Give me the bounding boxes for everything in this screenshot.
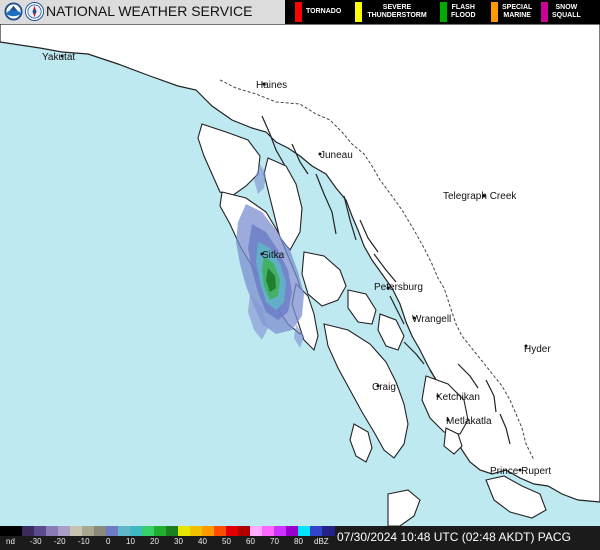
radar-map[interactable]: Yakutat Haines Juneau Telegraph Creek Si… [0,24,600,526]
scale-label: 80 [294,537,303,546]
legend-item-snow-squall: SNOW SQUALL [541,0,581,24]
timestamp: 07/30/2024 10:48 UTC (02:48 AKDT) PACG [337,530,571,544]
footer-bar: nd -30 -20 -10 0 10 20 30 40 50 60 70 80… [0,526,600,550]
city-label-prince-rupert: Prince Rupert [490,466,551,477]
legend-item-special-marine: SPECIAL MARINE [491,0,532,24]
scale-label: 20 [150,537,159,546]
city-label-petersburg: Petersburg [374,282,423,293]
city-label-haines: Haines [256,80,287,91]
legend-label-special-marine: SPECIAL MARINE [502,4,533,19]
scale-label: 40 [198,537,207,546]
header-bar: NATIONAL WEATHER SERVICE TORNADO SEVERE T… [0,0,600,24]
scale-label: 60 [246,537,255,546]
city-label-hyder: Hyder [524,344,551,355]
legend-item-tornado: TORNADO [295,0,341,24]
page-title: NATIONAL WEATHER SERVICE [46,3,253,19]
legend-label-tornado: TORNADO [306,8,342,15]
scale-label: -10 [78,537,90,546]
scale-label: 10 [126,537,135,546]
legend-label-flash-flood: FLASH FLOOD [451,4,476,19]
legend-swatch-flash-flood [440,2,447,22]
scale-label-unit: dBZ [314,537,329,546]
legend-swatch-special-marine [491,2,498,22]
city-label-craig: Craig [372,382,396,393]
scale-label: -20 [54,537,66,546]
legend-item-severe-thunderstorm: SEVERE THUNDERSTORM [355,0,428,24]
noaa-logo-icon [4,2,23,21]
legend-swatch-severe-thunderstorm [355,2,362,22]
city-label-yakutat: Yakutat [42,52,75,63]
legend-swatch-tornado [295,2,302,22]
city-label-ketchikan: Ketchikan [436,392,480,403]
legend-item-flash-flood: FLASH FLOOD [440,0,476,24]
legend-label-severe-thunderstorm: SEVERE THUNDERSTORM [367,4,427,19]
scale-label: 70 [270,537,279,546]
scale-label: -30 [30,537,42,546]
reflectivity-scale: nd -30 -20 -10 0 10 20 30 40 50 60 70 80… [0,526,335,550]
scale-label: 30 [174,537,183,546]
legend-swatch-snow-squall [541,2,548,22]
legend-label-snow-squall: SNOW SQUALL [552,4,581,19]
nws-logo-icon [25,2,44,21]
city-label-telegraph-creek: Telegraph Creek [443,191,517,202]
scale-label-nd: nd [6,537,15,546]
city-label-wrangell: Wrangell [412,314,451,325]
scale-label: 0 [106,537,111,546]
warning-legend: TORNADO SEVERE THUNDERSTORM FLASH FLOOD SP… [285,0,600,24]
city-label-sitka: Sitka [262,250,285,261]
scale-colorbar [0,526,335,536]
city-label-juneau: Juneau [320,150,353,161]
scale-label: 50 [222,537,231,546]
city-label-metlakatla: Metlakatla [446,416,492,427]
